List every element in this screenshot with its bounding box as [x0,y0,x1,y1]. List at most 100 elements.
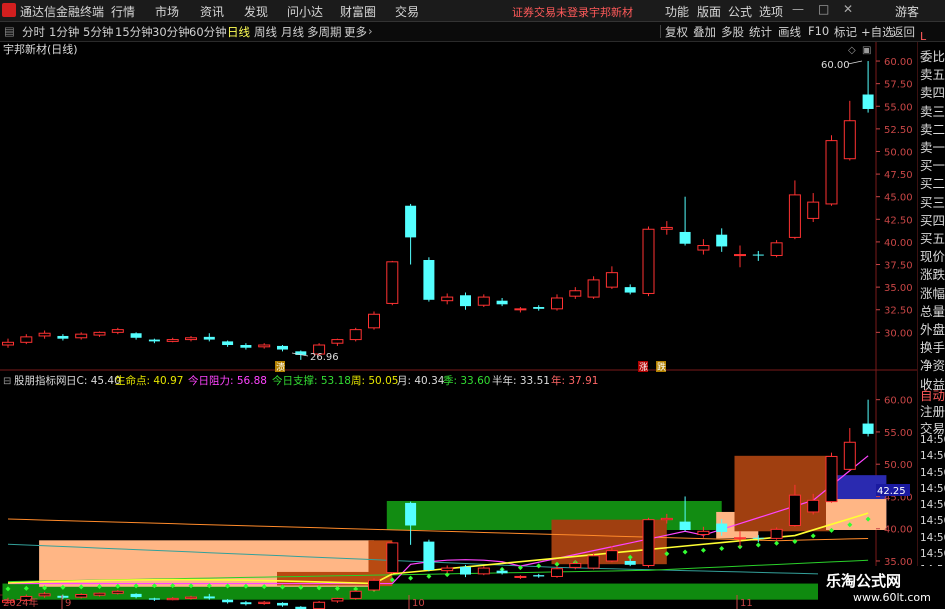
candle-up[interactable] [111,329,124,333]
candle-up[interactable] [166,339,179,342]
ind-candle-up[interactable] [185,596,197,599]
side-lower-label[interactable]: 14:50 [920,434,945,446]
ind-candle-up[interactable] [75,594,88,598]
kline-chart[interactable]: 60.00 57.50 55.00 52.50 50.00 47.50 45.00 42.50… [0,42,917,609]
guest-label[interactable]: 游客 [895,3,919,20]
ind-candle-down[interactable] [624,560,636,565]
side-label[interactable]: 换手 [920,337,945,356]
ind-candle-up[interactable] [368,579,380,591]
ind-candle-down[interactable] [240,602,252,605]
side-label[interactable]: 买三 [920,192,945,211]
candle-up[interactable] [2,341,14,346]
ind-candle-up[interactable] [734,537,746,540]
ind-candle-up[interactable] [697,530,710,536]
menu-item-faxian[interactable]: 发现 [244,3,268,20]
ind-candle-up[interactable] [770,528,783,539]
candle-down[interactable] [460,295,471,307]
ind-candle-up[interactable] [258,601,271,605]
candle-down[interactable] [240,345,252,348]
side-label[interactable]: 买一 [920,155,945,174]
candle-up[interactable] [349,329,362,341]
period-30min[interactable]: 30分钟 [152,24,190,40]
grid-icon[interactable]: ▤ [4,24,15,38]
ind-candle-up[interactable] [331,597,344,602]
candle-up[interactable] [258,344,271,348]
ind-candle-down[interactable] [533,575,545,577]
candle-down[interactable] [405,205,417,238]
candle-up[interactable] [697,245,710,251]
ind-candle-down[interactable] [862,423,874,434]
tool-huaxian[interactable]: 画线 [778,24,801,40]
candle-down[interactable] [203,336,215,340]
side-label[interactable]: 卖四 [920,82,945,101]
event-marker-up[interactable]: 涨 [639,362,648,373]
candle-down[interactable] [624,287,636,293]
ind-candle-up[interactable] [843,441,856,470]
side-label[interactable]: 买四 [920,210,945,229]
side-lower-label[interactable]: 14:50 [920,467,945,479]
ind-candle-down[interactable] [405,502,417,526]
ind-candle-up[interactable] [587,555,600,569]
candle-up[interactable] [660,226,673,230]
event-marker-down[interactable]: 跌 [657,362,666,373]
ind-candle-up[interactable] [605,550,618,562]
ind-candle-down[interactable] [496,570,508,574]
ind-candle-down[interactable] [752,537,764,539]
candle-up[interactable] [770,242,783,256]
candle-up[interactable] [587,279,600,298]
ind-candle-down[interactable] [148,598,160,600]
ind-candle-up[interactable] [569,563,582,568]
side-label[interactable]: 卖二 [920,119,945,138]
candle-up[interactable] [642,228,655,294]
side-label[interactable]: 买二 [920,173,945,192]
ind-candle-up[interactable] [642,519,655,566]
tool-biaoji[interactable]: 标记 [834,24,857,40]
candle-up[interactable] [807,201,820,219]
tool-tongji[interactable]: 统计 [749,24,772,40]
tool-duogu[interactable]: 多股 [721,24,744,40]
panel-toggle-icon[interactable]: ▣ [862,45,871,56]
period-monthly[interactable]: 月线 [281,24,304,40]
candle-down[interactable] [57,335,69,339]
menu-item-hangqing[interactable]: 行情 [111,3,135,20]
ind-candle-down[interactable] [423,541,435,570]
candle-down[interactable] [496,300,508,305]
close-icon[interactable]: ✕ [843,2,853,16]
ind-candle-up[interactable] [788,494,801,526]
ind-candle-up[interactable] [93,592,106,596]
candle-down[interactable] [130,333,142,338]
ind-candle-up[interactable] [349,590,362,599]
event-marker-1[interactable]: 溃 [276,361,285,373]
ind-candle-up[interactable] [166,597,179,601]
candle-down[interactable] [752,254,764,256]
chevron-right-icon[interactable]: › [368,24,373,38]
side-lower-label[interactable]: 14:50 [920,450,945,462]
tool-diejia[interactable]: 叠加 [693,24,716,40]
candle-up[interactable] [93,331,106,336]
side-label[interactable]: 涨跌 [920,264,945,283]
login-status[interactable]: 证券交易未登录 [512,4,589,20]
ind-candle-up[interactable] [514,575,527,578]
minimize-icon[interactable]: — [792,2,804,16]
period-1min[interactable]: 1分钟 [49,24,79,40]
side-label[interactable]: 卖五 [920,64,945,83]
expand-icon[interactable]: ⊟ [3,376,11,387]
menu-item-wenxiaoda[interactable]: 问小达 [287,3,323,20]
side-label[interactable]: 买五 [920,228,945,247]
menu-item-caifuquan[interactable]: 财富圈 [340,3,376,20]
side-lower-label[interactable]: 14:50 [920,548,945,560]
period-multi[interactable]: 多周期 [307,24,342,40]
candle-up[interactable] [477,296,490,306]
candle-down[interactable] [716,234,728,247]
candle-up[interactable] [551,297,563,310]
candle-down[interactable] [533,307,545,309]
side-label[interactable]: 卖一 [920,137,945,156]
candle-up[interactable] [368,313,380,329]
side-label[interactable]: 涨幅 [920,283,945,302]
diamond-icon[interactable]: ◇ [848,45,856,56]
period-60min[interactable]: 60分钟 [189,24,227,40]
ind-candle-down[interactable] [679,521,691,530]
candle-down[interactable] [277,345,288,350]
menu-item-banmian[interactable]: 版面 [697,3,721,20]
period-more[interactable]: 更多 [344,24,367,40]
